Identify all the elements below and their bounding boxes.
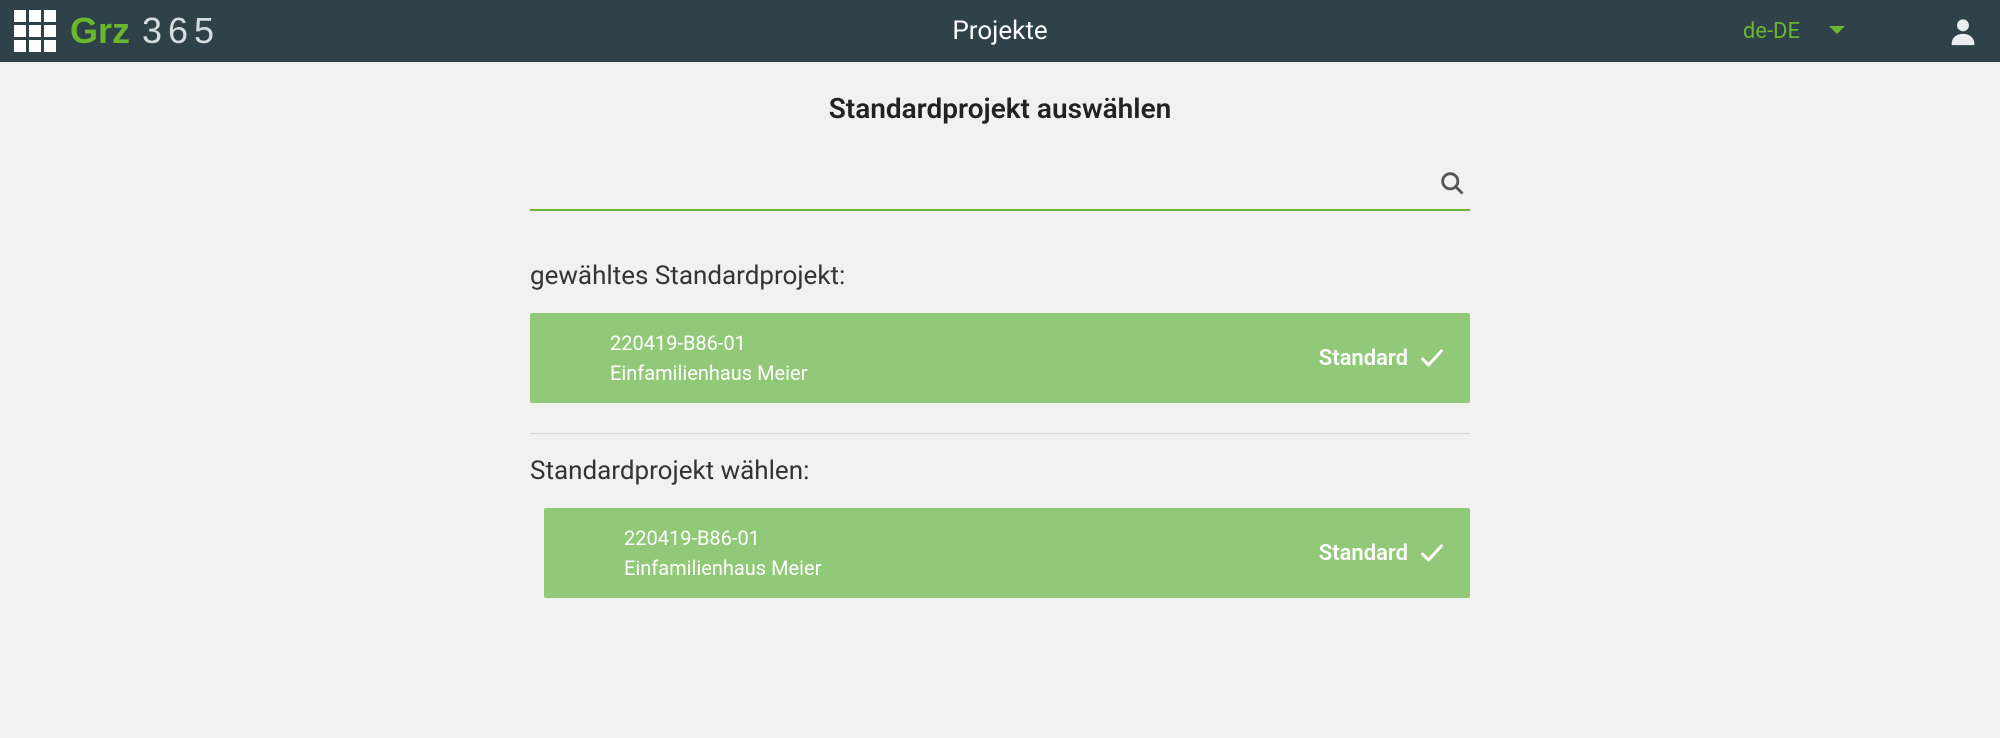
app-logo[interactable]: Grz 365 [70,10,220,52]
search-row [530,165,1470,211]
section-divider [530,433,1470,434]
project-code: 220419-B86-01 [624,526,1319,550]
logo-text-365: 365 [142,10,220,52]
project-name: Einfamilienhaus Meier [610,361,1319,385]
page-subtitle: Standardprojekt auswählen [530,92,1470,125]
standard-label: Standard [1319,346,1408,371]
main-content: Standardprojekt auswählen gewähltes Stan… [530,62,1470,598]
project-code: 220419-B86-01 [610,331,1319,355]
search-icon[interactable] [1434,165,1470,201]
check-icon [1418,344,1446,372]
logo-text-grz: Grz [70,10,130,52]
project-list: 220419-B86-01 Einfamilienhaus Meier Stan… [530,508,1470,598]
page-title: Projekte [952,16,1047,46]
project-info: 220419-B86-01 Einfamilienhaus Meier [610,331,1319,385]
selected-project-label: gewähltes Standardprojekt: [530,261,1470,291]
user-avatar-icon[interactable] [1946,14,1980,48]
apps-grid-icon[interactable] [14,10,56,52]
check-icon [1418,539,1446,567]
standard-badge: Standard [1319,539,1446,567]
chevron-down-icon [1828,25,1846,37]
project-name: Einfamilienhaus Meier [624,556,1319,580]
project-info: 220419-B86-01 Einfamilienhaus Meier [624,526,1319,580]
language-selector[interactable]: de-DE [1733,9,1856,54]
project-list-item[interactable]: 220419-B86-01 Einfamilienhaus Meier Stan… [544,508,1470,598]
language-label: de-DE [1743,19,1800,44]
selected-project-card[interactable]: 220419-B86-01 Einfamilienhaus Meier Stan… [530,313,1470,403]
app-header: Grz 365 Projekte de-DE [0,0,2000,62]
standard-label: Standard [1319,541,1408,566]
search-input[interactable] [530,166,1434,201]
choose-project-label: Standardprojekt wählen: [530,456,1470,486]
standard-badge: Standard [1319,344,1446,372]
